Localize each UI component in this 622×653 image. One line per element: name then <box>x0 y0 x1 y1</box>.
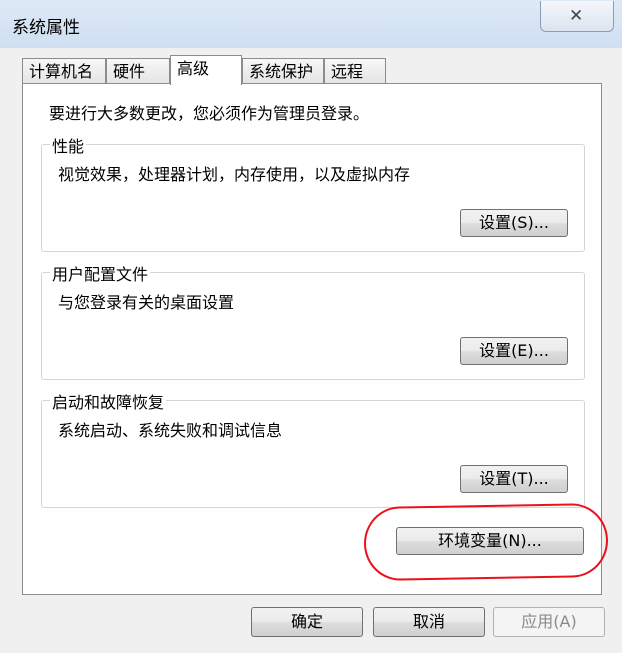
performance-settings-button[interactable]: 设置(S)... <box>460 209 568 237</box>
startup-recovery-settings-button[interactable]: 设置(T)... <box>460 465 568 493</box>
ok-button[interactable]: 确定 <box>251 607 363 637</box>
startup-recovery-group: 启动和故障恢复 系统启动、系统失败和调试信息 设置(T)... <box>41 389 585 508</box>
performance-description: 视觉效果，处理器计划，内存使用，以及虚拟内存 <box>58 165 411 184</box>
tab-system-protection[interactable]: 系统保护 <box>242 58 324 84</box>
tab-remote[interactable]: 远程 <box>324 58 386 84</box>
user-profiles-settings-button[interactable]: 设置(E)... <box>460 337 568 365</box>
admin-notice: 要进行大多数更改，您必须作为管理员登录。 <box>49 104 370 123</box>
apply-button[interactable]: 应用(A) <box>493 607 605 637</box>
user-profiles-title: 用户配置文件 <box>50 261 151 285</box>
startup-recovery-description: 系统启动、系统失败和调试信息 <box>58 421 283 440</box>
performance-title: 性能 <box>50 133 87 157</box>
close-button[interactable]: ✕ <box>540 1 614 32</box>
window-title: 系统属性 <box>12 18 80 38</box>
performance-group: 性能 视觉效果，处理器计划，内存使用，以及虚拟内存 设置(S)... <box>41 133 585 252</box>
user-profiles-description: 与您登录有关的桌面设置 <box>58 293 235 312</box>
tab-advanced[interactable]: 高级 <box>170 55 242 85</box>
tab-computer-name[interactable]: 计算机名 <box>22 58 106 84</box>
title-bar[interactable]: 系统属性 ✕ <box>0 0 622 48</box>
cancel-button[interactable]: 取消 <box>373 607 485 637</box>
startup-recovery-title: 启动和故障恢复 <box>50 389 167 413</box>
red-highlight-annotation <box>363 502 609 582</box>
system-properties-dialog: 系统属性 ✕ 计算机名 硬件 高级 系统保护 远程 要进行大多数更改，您必须作为… <box>0 0 622 653</box>
close-icon: ✕ <box>569 6 584 26</box>
user-profiles-group: 用户配置文件 与您登录有关的桌面设置 设置(E)... <box>41 261 585 380</box>
tab-hardware[interactable]: 硬件 <box>106 58 170 84</box>
